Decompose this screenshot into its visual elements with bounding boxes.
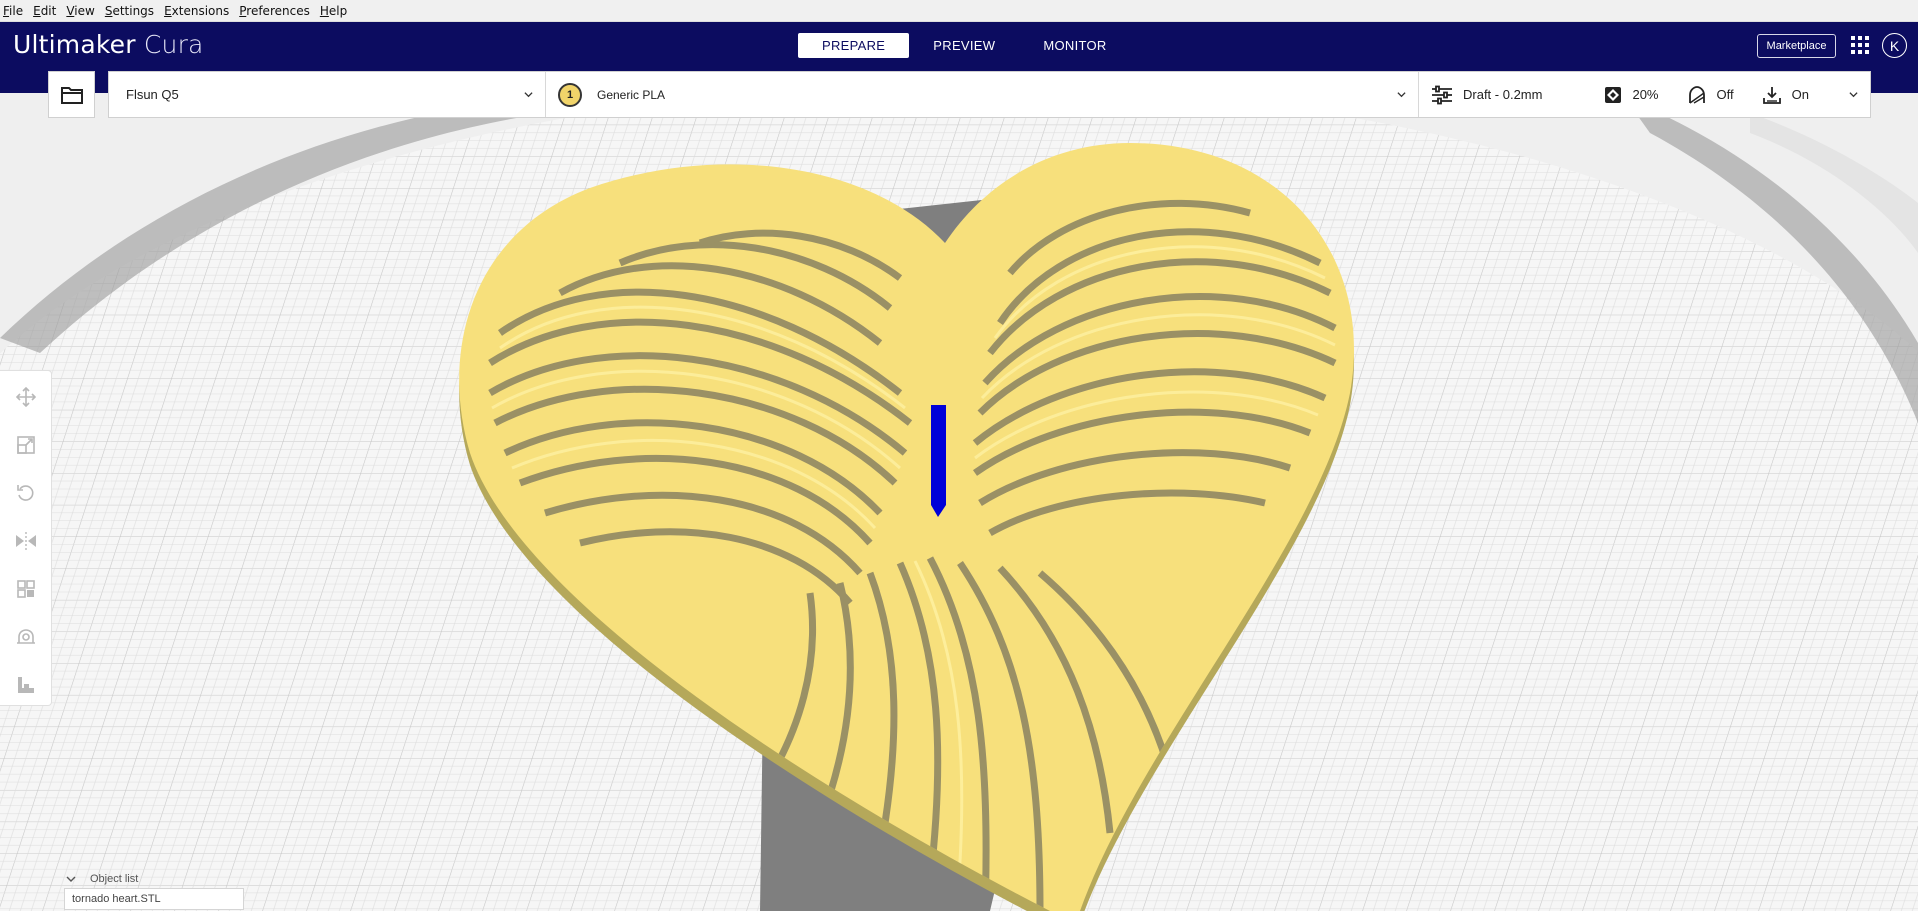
object-list-panel: Object list tornado heart.STL bbox=[64, 870, 244, 910]
adhesion-icon bbox=[1762, 86, 1781, 104]
application-menu-bar: File Edit View Settings Extensions Prefe… bbox=[0, 0, 1918, 22]
adhesion-setting: On bbox=[1762, 85, 1809, 105]
move-tool-button[interactable] bbox=[14, 385, 38, 409]
infill-setting: 20% bbox=[1604, 86, 1659, 104]
selection-axis-handle[interactable] bbox=[931, 405, 946, 505]
marketplace-button[interactable]: Marketplace bbox=[1757, 34, 1836, 58]
menu-preferences[interactable]: Preferences bbox=[239, 4, 310, 18]
print-settings-selector[interactable]: Draft - 0.2mm 20% Off On bbox=[1419, 72, 1870, 117]
support-setting: Off bbox=[1687, 85, 1734, 105]
support-icon bbox=[1688, 85, 1705, 104]
move-tool-icon bbox=[16, 387, 36, 407]
material-selector[interactable]: 1 Generic PLA bbox=[546, 72, 1419, 117]
sliders-icon bbox=[1432, 85, 1452, 104]
stage-tabs: PREPARE PREVIEW MONITOR bbox=[798, 33, 1131, 58]
printer-name: Flsun Q5 bbox=[126, 87, 179, 102]
brand-name: Ultimaker bbox=[13, 30, 136, 59]
material-name: Generic PLA bbox=[597, 87, 666, 102]
infill-icon bbox=[1605, 86, 1622, 103]
support-blocker-button[interactable] bbox=[14, 625, 38, 649]
print-setup-bar: Flsun Q5 1 Generic PLA Draft - 0.2mm 20% bbox=[108, 71, 1871, 118]
chevron-down-icon bbox=[1397, 92, 1406, 98]
menu-view[interactable]: View bbox=[66, 4, 94, 18]
account-avatar[interactable]: K bbox=[1882, 33, 1907, 58]
profile-setting: Draft - 0.2mm bbox=[1431, 85, 1542, 105]
list-item[interactable]: tornado heart.STL bbox=[64, 888, 244, 910]
menu-help[interactable]: Help bbox=[320, 4, 347, 18]
mirror-tool-button[interactable] bbox=[14, 529, 38, 553]
chevron-down-icon bbox=[1849, 92, 1858, 98]
support-value: Off bbox=[1716, 87, 1734, 102]
menu-file[interactable]: File bbox=[3, 4, 23, 18]
chevron-down-icon bbox=[524, 92, 533, 98]
tab-monitor[interactable]: MONITOR bbox=[1019, 33, 1130, 58]
tab-prepare[interactable]: PREPARE bbox=[798, 33, 910, 58]
rotate-tool-icon bbox=[17, 485, 34, 501]
scale-tool-button[interactable] bbox=[14, 433, 38, 457]
open-file-button[interactable] bbox=[48, 71, 95, 118]
object-list-header[interactable]: Object list bbox=[64, 870, 244, 888]
printer-selector[interactable]: Flsun Q5 bbox=[109, 72, 546, 117]
lay-flat-icon bbox=[18, 677, 34, 693]
infill-value: 20% bbox=[1632, 87, 1659, 102]
lay-flat-button[interactable] bbox=[14, 673, 38, 697]
menu-edit[interactable]: Edit bbox=[33, 4, 56, 18]
tab-preview[interactable]: PREVIEW bbox=[909, 33, 1019, 58]
adhesion-value: On bbox=[1791, 87, 1809, 102]
menu-extensions[interactable]: Extensions bbox=[164, 4, 229, 18]
support-blocker-icon bbox=[17, 629, 35, 644]
mirror-tool-icon bbox=[16, 532, 36, 550]
rotate-tool-button[interactable] bbox=[14, 481, 38, 505]
model-tools-toolbar bbox=[0, 370, 52, 706]
3d-viewport[interactable] bbox=[0, 93, 1918, 911]
per-model-settings-icon bbox=[17, 580, 35, 598]
profile-label: Draft - 0.2mm bbox=[1463, 87, 1543, 102]
folder-icon bbox=[60, 86, 83, 104]
extruder-badge: 1 bbox=[558, 82, 582, 107]
app-logo: Ultimaker Cura bbox=[13, 30, 204, 59]
build-plate-scene bbox=[0, 93, 1918, 911]
scale-tool-icon bbox=[17, 436, 35, 454]
per-model-settings-button[interactable] bbox=[14, 577, 38, 601]
object-list-title: Object list bbox=[90, 873, 139, 885]
menu-settings[interactable]: Settings bbox=[105, 4, 154, 18]
chevron-down-icon bbox=[66, 876, 76, 882]
apps-grid-icon[interactable] bbox=[1850, 35, 1870, 55]
brand-product: Cura bbox=[143, 30, 204, 59]
